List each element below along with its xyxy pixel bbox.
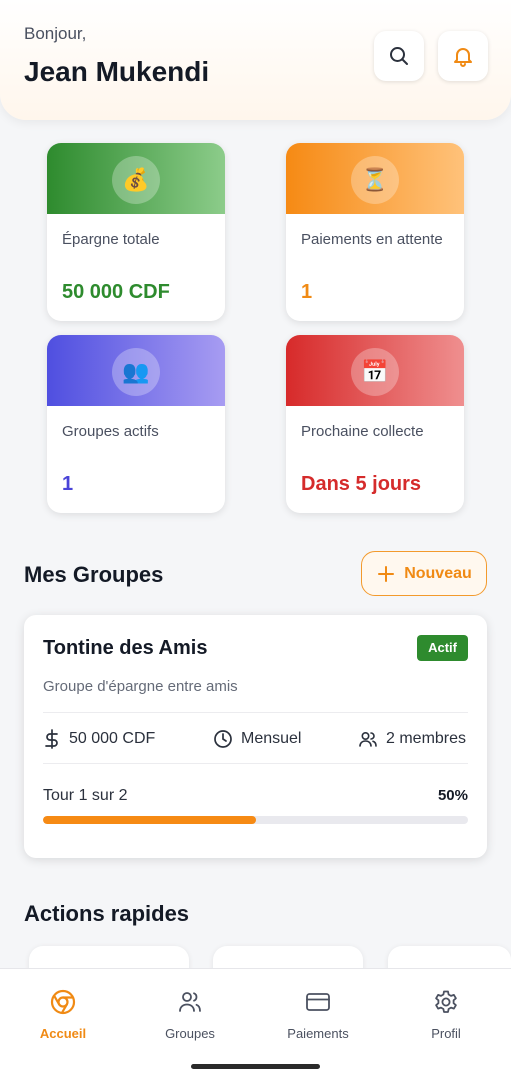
quick-actions-title: Actions rapides	[24, 901, 190, 926]
nav-item-paiements[interactable]: Paiements	[263, 969, 373, 1049]
status-badge: Actif	[417, 635, 468, 661]
notifications-button[interactable]	[438, 31, 488, 81]
plus-icon	[378, 565, 395, 582]
group-description: Groupe d'épargne entre amis	[43, 678, 238, 695]
nav-item-accueil[interactable]: Accueil	[8, 969, 118, 1049]
new-group-label: Nouveau	[404, 564, 472, 582]
group-members-text: 2 membres	[386, 730, 467, 747]
new-group-button[interactable]: Nouveau	[361, 551, 487, 596]
round-text: Tour 1 sur 2	[43, 787, 128, 804]
group-members: 2 membres	[358, 729, 466, 749]
nav-label: Accueil	[39, 1026, 87, 1041]
stat-value: 1	[62, 473, 74, 495]
stat-value: Dans 5 jours	[301, 473, 422, 495]
search-button[interactable]	[374, 31, 424, 81]
divider	[43, 763, 468, 764]
bell-icon	[454, 48, 472, 67]
progress-percent: 50%	[437, 787, 468, 804]
group-frequency-text: Mensuel	[241, 730, 302, 747]
stat-value: 50 000 CDF	[62, 281, 170, 303]
home-icon	[50, 989, 76, 1015]
group-frequency: Mensuel	[213, 729, 301, 749]
gear-icon	[435, 990, 457, 1013]
stat-label: Paiements en attente	[301, 231, 443, 248]
home-indicator	[191, 1064, 320, 1069]
nav-item-profil[interactable]: Profil	[391, 969, 501, 1049]
app-header: Bonjour, Jean Mukendi	[0, 0, 511, 120]
stat-card-active-groups[interactable]: 👥 Groupes actifs 1	[47, 335, 225, 513]
stat-card-next-collection[interactable]: 📅 Prochaine collecte Dans 5 jours	[286, 335, 464, 513]
people-icon: 👥	[112, 348, 160, 396]
stat-value: 1	[301, 281, 313, 303]
user-name: Jean Mukendi	[24, 56, 210, 87]
credit-card-icon	[306, 993, 330, 1011]
nav-label: Groupes	[165, 1026, 215, 1041]
groups-section-title: Mes Groupes	[24, 562, 164, 587]
clock-icon	[214, 730, 232, 748]
divider	[43, 712, 468, 713]
users-icon	[179, 992, 201, 1012]
users-icon	[359, 731, 377, 747]
dollar-icon	[45, 729, 58, 749]
calendar-icon: 📅	[351, 348, 399, 396]
stat-label: Groupes actifs	[62, 423, 159, 440]
stat-label: Épargne totale	[62, 231, 160, 248]
nav-item-groupes[interactable]: Groupes	[135, 969, 245, 1049]
group-card[interactable]: Tontine des Amis Actif Groupe d'épargne …	[24, 615, 487, 858]
nav-label: Profil	[431, 1026, 461, 1041]
stat-card-savings[interactable]: 💰 Épargne totale 50 000 CDF	[47, 143, 225, 321]
money-bag-icon: 💰	[112, 156, 160, 204]
hourglass-icon: ⏳	[351, 156, 399, 204]
progress-bar	[43, 816, 468, 824]
stat-label: Prochaine collecte	[301, 423, 424, 440]
bottom-navigation: Accueil Groupes Paiements Profil	[0, 968, 511, 1080]
search-icon	[390, 47, 408, 65]
group-name: Tontine des Amis	[43, 637, 208, 659]
group-amount-text: 50 000 CDF	[69, 730, 156, 747]
stat-card-pending-payments[interactable]: ⏳ Paiements en attente 1	[286, 143, 464, 321]
nav-label: Paiements	[287, 1026, 349, 1041]
group-amount: 50 000 CDF	[43, 729, 155, 749]
progress-bar-fill	[43, 816, 256, 824]
greeting-text: Bonjour,	[24, 24, 87, 43]
